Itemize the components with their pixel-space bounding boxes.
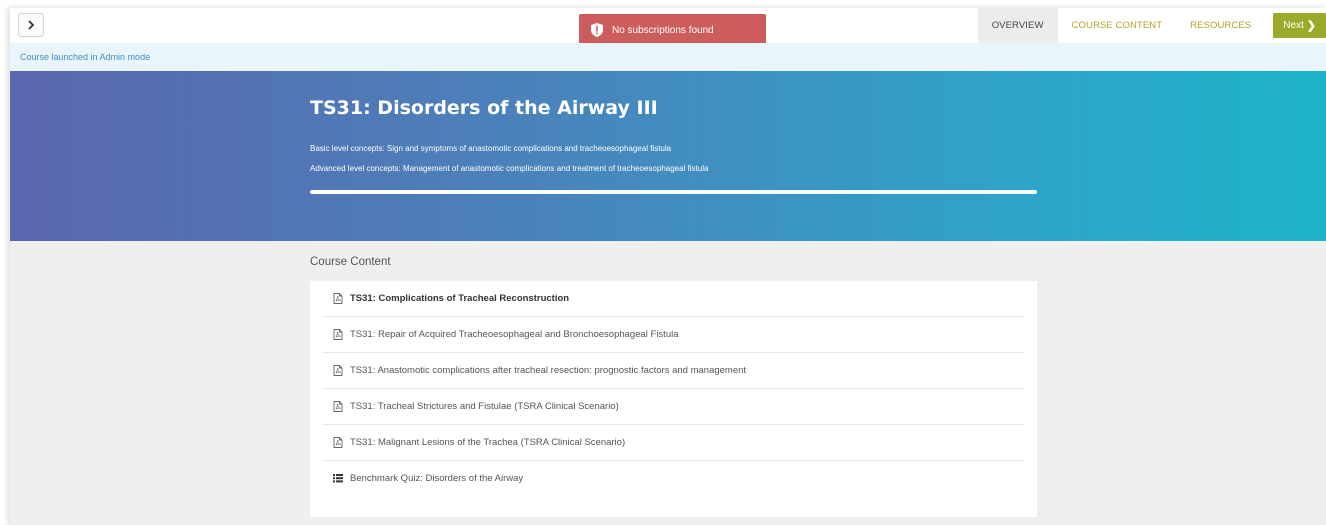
pdf-icon	[333, 293, 343, 304]
chevron-right-icon: ❯	[1306, 20, 1316, 32]
course-header: TS31: Disorders of the Airway III Basic …	[10, 71, 1326, 241]
content-item-label: TS31: Malignant Lesions of the Trachea (…	[350, 437, 626, 448]
content-item[interactable]: Benchmark Quiz: Disorders of the Airway	[323, 461, 1024, 496]
top-bar: No subscriptions found OVERVIEW COURSE C…	[10, 8, 1326, 46]
shield-alert-icon	[591, 23, 603, 37]
admin-mode-notice: Course launched in Admin mode	[10, 43, 1326, 71]
tab-resources[interactable]: RESOURCES	[1176, 8, 1265, 43]
content-item-label: Benchmark Quiz: Disorders of the Airway	[350, 473, 524, 484]
content-item-label: TS31: Anastomotic complications after tr…	[350, 365, 747, 376]
pdf-icon	[333, 401, 343, 412]
advanced-concepts: Advanced level concepts: Management of a…	[310, 164, 709, 173]
next-button-label: Next	[1283, 20, 1304, 31]
sidebar-toggle-button[interactable]	[18, 13, 44, 37]
content-item[interactable]: TS31: Malignant Lesions of the Trachea (…	[323, 425, 1024, 461]
content-item[interactable]: TS31: Repair of Acquired Tracheoesophage…	[323, 317, 1024, 353]
content-item-label: TS31: Repair of Acquired Tracheoesophage…	[350, 329, 679, 340]
course-progress-bar	[310, 190, 1037, 194]
next-button[interactable]: Next ❯	[1273, 13, 1326, 38]
course-content-list: TS31: Complications of Tracheal Reconstr…	[310, 281, 1037, 517]
progress-fill	[310, 190, 1037, 194]
content-item[interactable]: TS31: Tracheal Strictures and Fistulae (…	[323, 389, 1024, 425]
section-heading: Course Content	[310, 256, 391, 268]
basic-concepts: Basic level concepts: Sign and symptoms …	[310, 144, 672, 153]
course-frame: No subscriptions found OVERVIEW COURSE C…	[10, 8, 1326, 525]
tab-overview[interactable]: OVERVIEW	[977, 8, 1058, 43]
content-item[interactable]: TS31: Complications of Tracheal Reconstr…	[323, 281, 1024, 317]
content-item[interactable]: TS31: Anastomotic complications after tr…	[323, 353, 1024, 389]
list-icon	[333, 473, 343, 484]
pdf-icon	[333, 437, 343, 448]
course-nav: OVERVIEW COURSE CONTENT RESOURCES Next ❯	[977, 8, 1326, 43]
content-item-label: TS31: Tracheal Strictures and Fistulae (…	[350, 401, 619, 412]
pdf-icon	[333, 365, 343, 376]
course-title: TS31: Disorders of the Airway III	[310, 97, 658, 119]
toast-message: No subscriptions found	[612, 24, 714, 36]
pdf-icon	[333, 329, 343, 340]
error-toast: No subscriptions found	[579, 14, 766, 46]
content-item-label: TS31: Complications of Tracheal Reconstr…	[350, 293, 570, 304]
chevron-right-icon	[28, 20, 35, 30]
tab-course-content[interactable]: COURSE CONTENT	[1058, 8, 1177, 43]
